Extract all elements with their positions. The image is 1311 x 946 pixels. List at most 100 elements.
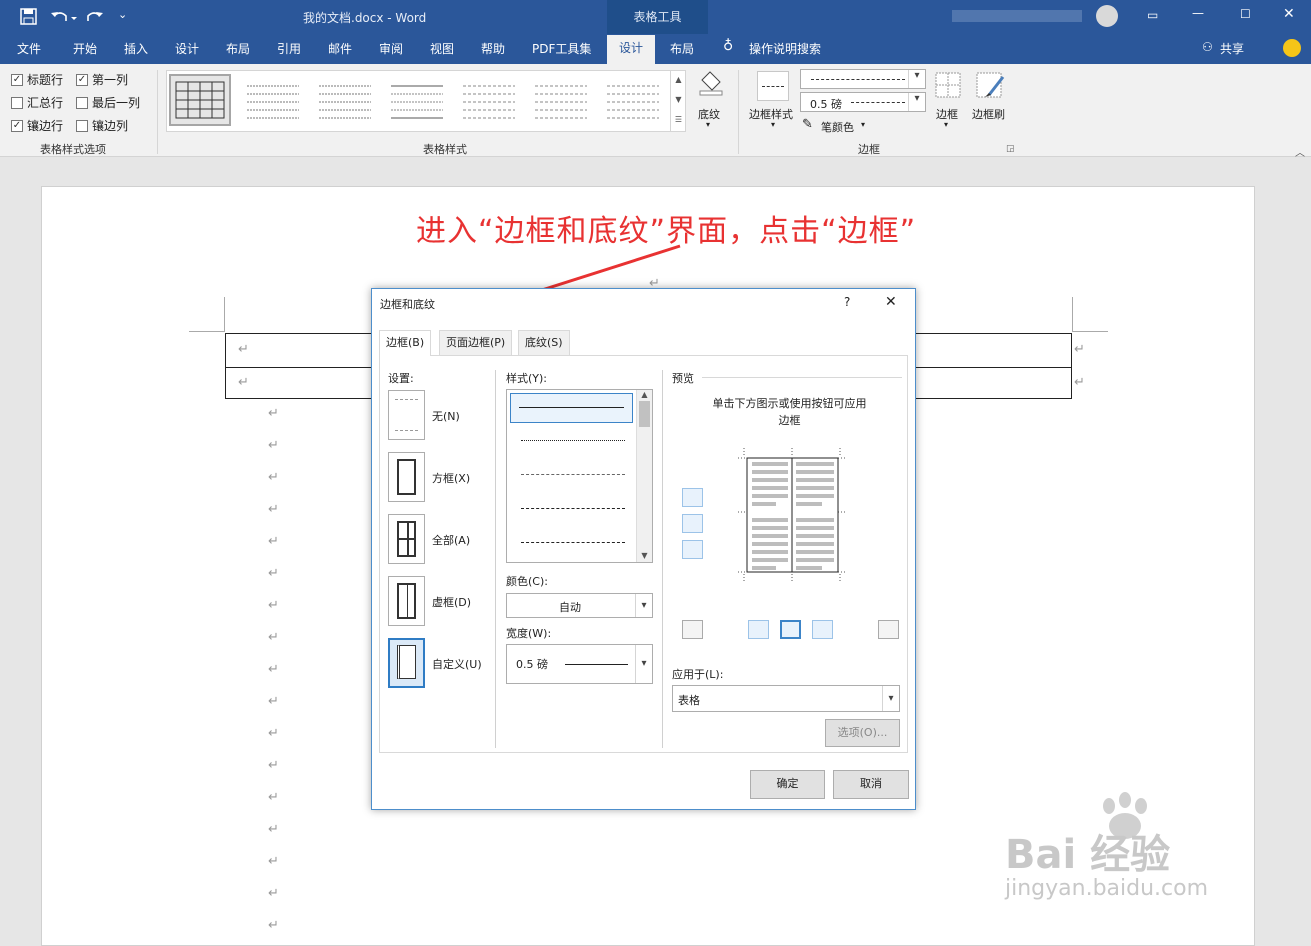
width-dropdown[interactable]: 0.5 磅 ▾ <box>506 644 653 684</box>
border-painter-label[interactable]: 边框刷 <box>972 106 1005 122</box>
list-scrollbar[interactable]: ▲ ▼ <box>636 390 652 562</box>
setting-box-label[interactable]: 方框(X) <box>432 470 470 486</box>
tab-page-border[interactable]: 页面边框(P) <box>439 330 513 355</box>
gallery-scroll-icon[interactable]: ▲ ▼ ☰ <box>670 70 686 132</box>
total-row-checkbox[interactable]: 汇总行 <box>11 94 63 111</box>
paragraph-mark-icon: ↵ <box>268 406 279 421</box>
save-icon[interactable] <box>20 8 38 26</box>
chevron-down-icon[interactable]: ▼ <box>637 551 652 560</box>
setting-none-icon[interactable] <box>388 390 425 440</box>
line-style-solid-selected[interactable] <box>510 393 633 423</box>
tab-shading[interactable]: 底纹(S) <box>518 330 570 355</box>
maximize-icon[interactable]: ☐ <box>1240 7 1251 21</box>
tab-references[interactable]: 引用 <box>277 40 301 57</box>
line-weight-dropdown[interactable]: 0.5 磅 ▾ <box>800 92 926 112</box>
pen-color-dropdown-icon[interactable]: ▾ <box>861 120 865 129</box>
first-column-checkbox[interactable]: ✓ 第一列 <box>76 71 128 88</box>
checkbox-label: 第一列 <box>92 73 129 87</box>
chevron-up-icon[interactable]: ▲ <box>637 390 652 399</box>
table-style-thumb[interactable] <box>604 74 666 126</box>
line-style-dash[interactable] <box>521 508 625 509</box>
border-preview-diagram[interactable] <box>738 448 846 582</box>
right-border-button[interactable] <box>812 620 833 639</box>
table-style-grid-selected[interactable] <box>169 74 231 126</box>
inside-vertical-border-button[interactable] <box>780 620 801 639</box>
line-style-list[interactable]: ▲ ▼ <box>506 389 653 563</box>
setting-none-label[interactable]: 无(N) <box>432 408 460 424</box>
setting-box-icon[interactable] <box>388 452 425 502</box>
tab-pdf-tools[interactable]: PDF工具集 <box>532 40 591 57</box>
line-style-dotted[interactable] <box>521 440 625 441</box>
paragraph-mark-icon: ↵ <box>1074 342 1085 357</box>
inside-horizontal-border-button[interactable] <box>682 514 703 533</box>
cancel-button[interactable]: 取消 <box>833 770 909 799</box>
share-button[interactable]: 共享 <box>1220 40 1244 57</box>
left-border-button[interactable] <box>748 620 769 639</box>
banded-columns-checkbox[interactable]: 镶边列 <box>76 117 128 134</box>
shading-bucket-icon[interactable] <box>696 70 726 96</box>
border-painter-icon[interactable] <box>975 71 1007 99</box>
table-style-thumb[interactable] <box>244 74 306 126</box>
setting-all-label[interactable]: 全部(A) <box>432 532 470 548</box>
setting-all-icon[interactable] <box>388 514 425 564</box>
ribbon-display-icon[interactable]: ▭ <box>1147 8 1158 22</box>
header-row-checkbox[interactable]: ✓ 标题行 <box>11 71 63 88</box>
diagonal-down-border-button[interactable] <box>878 620 899 639</box>
pen-color-icon[interactable]: ✎ <box>802 117 813 132</box>
minimize-icon[interactable]: — <box>1192 6 1204 20</box>
tab-view[interactable]: 视图 <box>430 40 454 57</box>
table-style-thumb[interactable] <box>532 74 594 126</box>
ok-button[interactable]: 确定 <box>750 770 825 799</box>
border-style-icon[interactable] <box>757 71 789 101</box>
customize-qat-icon[interactable]: ⌄ <box>118 8 127 21</box>
setting-grid-label[interactable]: 虚框(D) <box>432 594 471 610</box>
options-button[interactable]: 选项(O)... <box>825 719 900 747</box>
color-dropdown[interactable]: 自动 ▾ <box>506 593 653 618</box>
line-style-dash-dot[interactable] <box>521 542 625 543</box>
top-border-button[interactable] <box>682 488 703 507</box>
tab-insert[interactable]: 插入 <box>124 40 148 57</box>
table-style-thumb[interactable] <box>460 74 522 126</box>
setting-custom-icon[interactable] <box>388 638 425 688</box>
scroll-thumb[interactable] <box>639 401 650 427</box>
tab-review[interactable]: 审阅 <box>379 40 403 57</box>
line-style-dropdown[interactable]: ▾ <box>800 69 926 89</box>
tab-help[interactable]: 帮助 <box>481 40 505 57</box>
borders-icon[interactable] <box>934 71 962 99</box>
close-icon[interactable]: ✕ <box>885 294 897 310</box>
tab-layout[interactable]: 布局 <box>226 40 250 57</box>
table-style-thumb[interactable] <box>316 74 378 126</box>
tab-borders[interactable]: 边框(B) <box>379 330 432 356</box>
column-divider <box>662 370 663 748</box>
setting-grid-icon[interactable] <box>388 576 425 626</box>
avatar[interactable] <box>1096 5 1118 27</box>
close-window-icon[interactable]: ✕ <box>1283 6 1295 22</box>
tab-table-design-active[interactable]: 设计 <box>607 35 655 64</box>
checkbox-mark: ✓ <box>76 73 88 86</box>
setting-custom-label[interactable]: 自定义(U) <box>432 656 482 672</box>
apply-to-dropdown[interactable]: 表格 ▾ <box>672 685 900 712</box>
last-column-checkbox[interactable]: 最后一列 <box>76 94 140 111</box>
tab-table-layout[interactable]: 布局 <box>670 40 694 57</box>
tab-file[interactable]: 文件 <box>17 40 41 57</box>
tell-me-search[interactable]: 操作说明搜索 <box>749 40 821 57</box>
tab-mailings[interactable]: 邮件 <box>328 40 352 57</box>
undo-icon[interactable] <box>50 8 78 26</box>
pen-color-label[interactable]: 笔颜色 <box>821 119 854 135</box>
help-icon[interactable]: ? <box>844 295 850 309</box>
borders-dropdown-icon[interactable]: ▾ <box>944 120 948 129</box>
redo-icon[interactable] <box>86 8 104 26</box>
smiley-feedback-icon[interactable] <box>1283 39 1301 57</box>
dialog-launcher-icon[interactable]: ◲ <box>1006 144 1015 154</box>
column-divider <box>495 370 496 748</box>
border-style-dropdown-icon[interactable]: ▾ <box>771 120 775 129</box>
line-style-fine-dash[interactable] <box>521 474 625 475</box>
shading-dropdown-icon[interactable]: ▾ <box>706 120 710 129</box>
table-style-thumb[interactable] <box>388 74 450 126</box>
tab-design[interactable]: 设计 <box>175 40 199 57</box>
diagonal-up-border-button[interactable] <box>682 620 703 639</box>
paragraph-mark-icon: ↵ <box>268 790 279 805</box>
tab-home[interactable]: 开始 <box>73 40 97 57</box>
bottom-border-button[interactable] <box>682 540 703 559</box>
banded-rows-checkbox[interactable]: ✓ 镶边行 <box>11 117 63 134</box>
